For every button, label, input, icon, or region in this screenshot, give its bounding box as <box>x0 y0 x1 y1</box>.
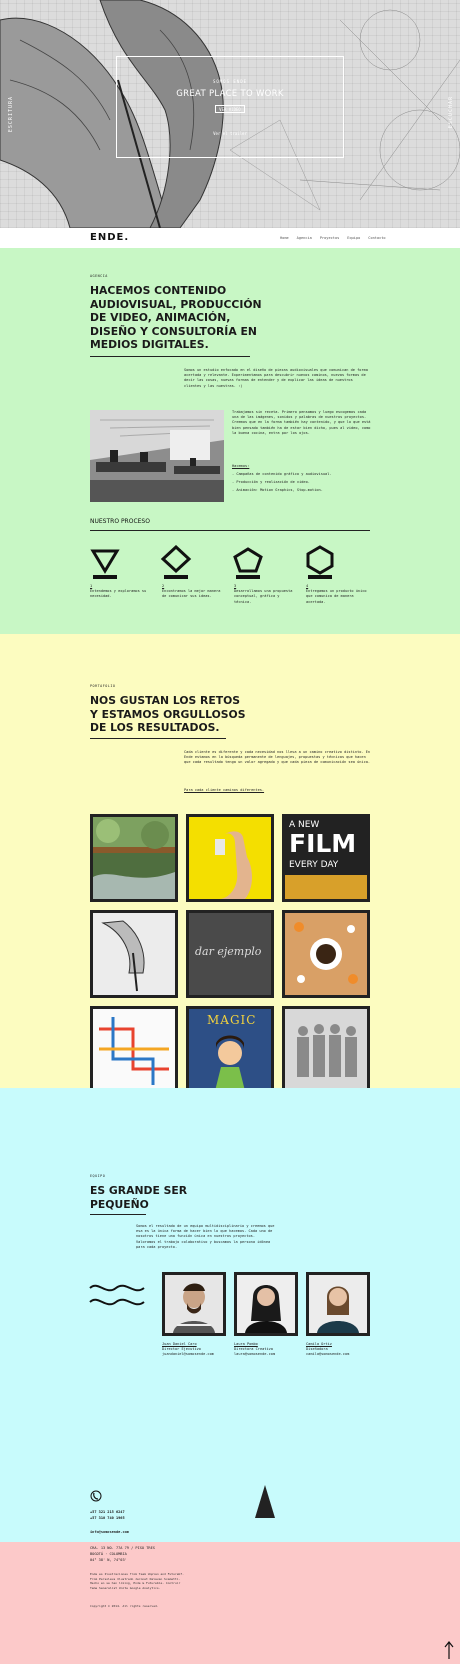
nav-links: Home Agencia Proyectos Equipo Contacto <box>280 236 386 240</box>
portfolio-tile-magic[interactable]: MAGIC <box>186 1006 274 1094</box>
footer-coords: 04° 38' N, 74°03' <box>90 1558 127 1562</box>
team-member-photo <box>162 1272 226 1336</box>
member-email[interactable]: juandaniel@somosende.com <box>162 1352 234 1357</box>
team-member-info: Juan Daniel Caro Director Ejecutivo juan… <box>162 1342 234 1358</box>
contact-phone-2[interactable]: +57 310 740 1965 <box>90 1516 125 1521</box>
step-text: Entregamos un producto único que comunic… <box>306 589 367 604</box>
portfolio-tile-team-photo[interactable] <box>282 1006 370 1094</box>
team-intro: Somos el resultado de un equipo multidis… <box>136 1224 275 1249</box>
chalk-text: dar ejemplo <box>195 945 262 958</box>
divider <box>90 1214 146 1215</box>
portfolio-title-line: NOS GUSTAN LOS RETOS <box>90 694 241 707</box>
nav-link-contacto[interactable]: Contacto <box>368 236 385 240</box>
nav-link-equipo[interactable]: Equipo <box>347 236 360 240</box>
agency-title-line: AUDIOVISUAL, PRODUCCIÓN <box>90 297 262 311</box>
hero-side-label-left: ESCRITURA <box>8 96 14 133</box>
footer-address-2: BOGOTÁ · COLOMBIA <box>90 1552 127 1556</box>
team-title-line: PEQUEÑO <box>90 1197 149 1211</box>
step-text: Desarrollamos una propuesta conceptual, … <box>234 589 293 604</box>
team-member-info: Laura Pombo Directora Creativa laura@som… <box>234 1342 306 1358</box>
top-navigation: ENDE. Home Agencia Proyectos Equipo Cont… <box>0 228 460 248</box>
hero-frame: SOMOS ENDE GREAT PLACE TO WORK VER VIDEO… <box>116 56 344 158</box>
services-title: Hacemos: <box>232 464 250 468</box>
portfolio-tile-coffee[interactable] <box>282 910 370 998</box>
team-member-photo <box>234 1272 298 1336</box>
process-title: NUESTRO PROCESO <box>90 518 150 525</box>
agency-title: HACEMOS CONTENIDO AUDIOVISUAL, PRODUCCIÓ… <box>90 284 290 352</box>
hero-banner: ESCRITURA ESCUCHAR SOMOS ENDE GREAT PLAC… <box>0 0 460 228</box>
portfolio-tile-sketch[interactable] <box>90 910 178 998</box>
hero-trailer-link[interactable]: Ver el trailer <box>117 131 343 136</box>
nav-link-agencia[interactable]: Agencia <box>297 236 312 240</box>
pentagon-icon <box>233 547 263 579</box>
agency-kicker: AGENCIA <box>90 274 108 278</box>
portfolio-kicker: PORTAFOLIO <box>90 684 116 688</box>
step-text: Entendemos y exploramos su necesidad. <box>90 589 147 599</box>
divider <box>90 530 370 531</box>
footer-copyright: Copyright © 2014. All rights reserved. <box>90 1604 159 1608</box>
agency-title-line: DISEÑO Y CONSULTORÍA EN <box>90 324 257 338</box>
hero-kicker: SOMOS ENDE <box>212 79 248 84</box>
team-title-line: ES GRANDE SER <box>90 1184 188 1197</box>
back-to-top-arrow-icon[interactable] <box>444 1640 454 1660</box>
footer-address-1: CRA. 13 NO. 77A 79 / PISO TRES <box>90 1546 155 1550</box>
portfolio-tile-metro-map[interactable] <box>90 1006 178 1094</box>
process-step-1: 1 Entendemos y exploramos su necesidad. <box>90 584 152 600</box>
diamond-icon <box>160 545 192 579</box>
agency-title-line: DE VIDEO, ANIMACIÓN, <box>90 311 231 324</box>
nav-link-home[interactable]: Home <box>280 236 289 240</box>
portfolio-title: NOS GUSTAN LOS RETOS Y ESTAMOS ORGULLOSO… <box>90 694 290 735</box>
process-step-4: 4 Entregamos un producto único que comun… <box>306 584 368 605</box>
team-member-info: Camila Ortiz Diseñadora camila@somosende… <box>306 1342 378 1358</box>
agency-title-line: MEDIOS DIGITALES. <box>90 338 209 351</box>
divider <box>90 738 226 739</box>
office-photo <box>90 410 224 502</box>
portfolio-tile-hand[interactable] <box>186 814 274 902</box>
team-section: EQUIPO ES GRANDE SER PEQUEÑO Somos el re… <box>0 1088 460 1542</box>
services-list: - Campañas de contenido gráfico y audiov… <box>232 472 382 494</box>
triangle-icon <box>90 549 120 579</box>
portfolio-intro: Cada cliente es diferente y cada necesid… <box>184 750 371 765</box>
agency-title-line: HACEMOS CONTENIDO <box>90 284 227 297</box>
wave-icon <box>89 1284 145 1306</box>
portfolio-link[interactable]: Para cada cliente caminos diferentes. <box>184 788 264 793</box>
service-item: - Animación: Motion Graphics, Stop-motio… <box>232 488 323 493</box>
nav-link-proyectos[interactable]: Proyectos <box>320 236 339 240</box>
film-tile-line: EVERY DAY <box>289 860 339 870</box>
ende-logo[interactable]: ENDE. <box>90 232 129 243</box>
portfolio-tile-chalkboard[interactable]: dar ejemplo <box>186 910 274 998</box>
contact-email[interactable]: info@somosende.com <box>90 1530 129 1535</box>
team-member-photo <box>306 1272 370 1336</box>
watch-video-button[interactable]: VER VIDEO <box>215 105 245 113</box>
service-item: - Producción y realización de video. <box>232 480 310 485</box>
member-email[interactable]: camila@somosende.com <box>306 1352 378 1357</box>
divider <box>90 356 250 357</box>
contact-phone-1[interactable]: +57 321 215 6247 <box>90 1510 125 1515</box>
agency-body: Trabajamos sin receta. Primero pensamos … <box>232 410 371 435</box>
footer: CRA. 13 NO. 77A 79 / PISO TRES BOGOTÁ · … <box>0 1542 460 1664</box>
agency-intro: Somos un estudio enfocado en el diseño d… <box>184 368 368 388</box>
hexagon-icon <box>306 545 334 579</box>
portfolio-title-line: DE LOS RESULTADOS. <box>90 721 220 734</box>
hero-side-label-right: ESCUCHAR <box>448 96 454 129</box>
portfolio-section: PORTAFOLIO NOS GUSTAN LOS RETOS Y ESTAMO… <box>0 634 460 1094</box>
process-step-2: 2 Encontramos la mejor manera de comunic… <box>162 584 224 600</box>
step-text: Encontramos la mejor manera de comunicar… <box>162 589 221 599</box>
service-item: - Campañas de contenido gráfico y audiov… <box>232 472 332 476</box>
hero-title: GREAT PLACE TO WORK <box>176 89 284 99</box>
phone-icon <box>90 1490 102 1502</box>
agency-section: AGENCIA HACEMOS CONTENIDO AUDIOVISUAL, P… <box>0 248 460 634</box>
footer-credits: Ende es Ilustraciones from Team Unplan a… <box>90 1572 184 1590</box>
film-tile-line: FILM <box>289 829 357 858</box>
portfolio-tile-forest[interactable] <box>90 814 178 902</box>
process-step-3: 3 Desarrollamos una propuesta conceptual… <box>234 584 296 605</box>
ende-triangle-icon <box>255 1485 275 1518</box>
portfolio-title-line: Y ESTAMOS ORGULLOSOS <box>90 707 246 721</box>
portfolio-tile-film[interactable]: A NEW FILM EVERY DAY <box>282 814 370 902</box>
team-title: ES GRANDE SER PEQUEÑO <box>90 1184 290 1211</box>
team-kicker: EQUIPO <box>90 1174 106 1178</box>
member-email[interactable]: laura@somosende.com <box>234 1352 306 1357</box>
